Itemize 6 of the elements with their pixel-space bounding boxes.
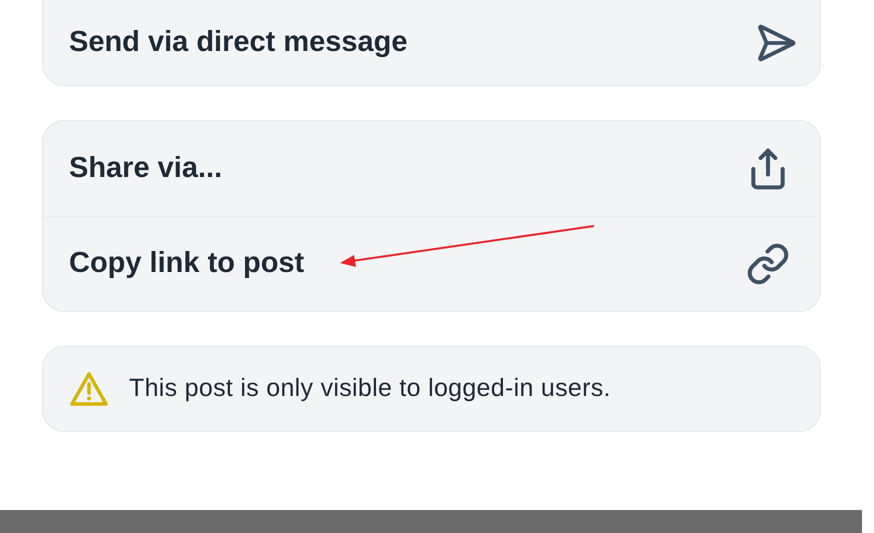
share-option[interactable]: Copy link to post [43,216,820,311]
notice-text: This post is only visible to logged-in users. [129,373,611,404]
warning-icon [69,371,109,407]
share-option[interactable]: Share via... [43,121,820,216]
direct-message-row[interactable]: Send via direct message [42,0,821,86]
link-icon [746,242,790,286]
